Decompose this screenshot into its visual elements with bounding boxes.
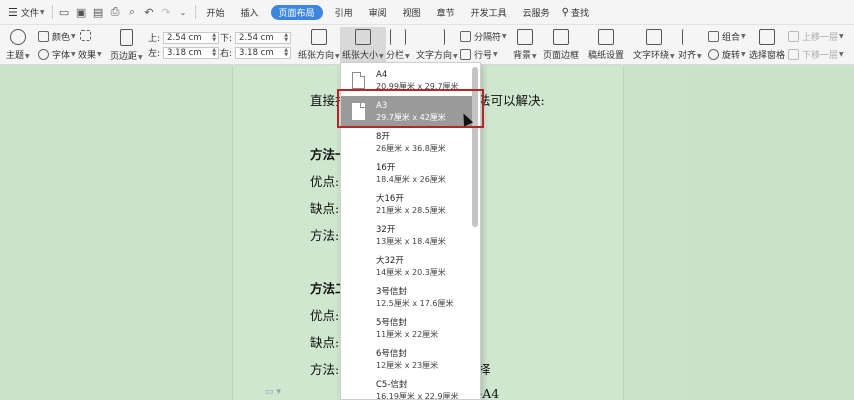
tab-references[interactable]: 引用 (327, 0, 361, 25)
margin-icon (119, 29, 133, 46)
bottom-margin-input[interactable]: 2.54 cm ▲ ▼ (235, 31, 292, 44)
page-break-icon (460, 31, 471, 42)
paper-option-envelope-5[interactable]: 5号信封 11厘米 x 22厘米 (341, 313, 473, 344)
effect-icon-button[interactable] (80, 30, 94, 41)
color-button[interactable]: 颜色 ▼ (38, 30, 76, 43)
top-margin-group: 上: 2.54 cm ▲ ▼ (148, 31, 220, 44)
page-icon (352, 72, 365, 89)
text-wrap-button[interactable]: 文字环绕▼ (633, 29, 675, 61)
paper-option-envelope-6[interactable]: 6号信封 12厘米 x 23厘米 (341, 344, 473, 375)
text-direction-button[interactable]: 文字方向▼ (416, 29, 458, 61)
selection-pane-button[interactable]: 选择窗格 (749, 29, 785, 61)
chevron-down-icon: ▼ (39, 8, 45, 16)
tab-cloud[interactable]: 云服务 (515, 0, 558, 25)
paper-option-8k[interactable]: 8开 26厘米 x 36.8厘米 (341, 127, 473, 158)
ribbon-toolbar: 主题▼ 颜色 ▼ 字体 ▼ 效果 ▼ 页边距▼ 上: 2.54 cm ▲ ▼ 左: 3.1… (0, 25, 854, 65)
draft-setting-button[interactable]: 稿纸设置 (588, 29, 624, 61)
divider (194, 5, 196, 19)
color-palette-icon (38, 31, 49, 42)
print-icon[interactable]: ⎙ (107, 0, 124, 25)
doc-line: -A4 (478, 386, 500, 400)
theme-icon (9, 29, 26, 45)
right-margin-group: 右: 3.18 cm ▲ ▼ (220, 46, 292, 59)
open-folder-icon[interactable]: ▭ (56, 0, 73, 25)
text-direction-icon (429, 29, 445, 45)
menu-bar: ☰ 文件 ▼ ▭ ▣ ▤ ⎙ ⌕ ↶ ↷ ⌄ 开始 插入 页面布局 引用 审阅 … (0, 0, 854, 25)
grid-paper-icon (598, 29, 614, 45)
top-margin-input[interactable]: 2.54 cm ▲ ▼ (163, 31, 220, 44)
left-margin-input[interactable]: 3.18 cm ▲ ▼ (163, 46, 220, 59)
doc-line: 缺点: (310, 335, 340, 350)
tab-home[interactable]: 开始 (199, 0, 233, 25)
paper-option-large-32k[interactable]: 大32开 14厘米 x 20.3厘米 (341, 251, 473, 282)
paper-option-envelope-3[interactable]: 3号信封 12.5厘米 x 17.6厘米 (341, 282, 473, 313)
tab-page-layout[interactable]: 页面布局 (270, 4, 323, 20)
font-button[interactable]: 字体 ▼ (38, 48, 76, 61)
divider (51, 5, 53, 19)
effect-button[interactable]: 效果 ▼ (78, 48, 102, 61)
tab-section[interactable]: 章节 (429, 0, 463, 25)
tab-review[interactable]: 审阅 (361, 0, 395, 25)
page-marker-icon: ▭ ▾ (265, 387, 281, 397)
group-button[interactable]: 组合 ▼ (708, 30, 746, 43)
hamburger-icon: ☰ (8, 5, 18, 19)
rotate-button[interactable]: 旋转 ▼ (708, 48, 746, 61)
bottom-margin-group: 下: 2.54 cm ▲ ▼ (220, 31, 292, 44)
font-icon (38, 49, 49, 60)
bring-forward-icon (788, 31, 799, 42)
group-icon (708, 31, 719, 42)
orientation-icon (310, 29, 327, 45)
paper-size-button[interactable]: 纸张大小▼ (340, 27, 386, 63)
left-margin-group: 左: 3.18 cm ▲ ▼ (148, 46, 220, 59)
text-wrap-icon (645, 29, 662, 45)
line-number-icon (460, 49, 471, 60)
align-icon (681, 29, 698, 45)
redo-icon[interactable]: ↷ (158, 0, 175, 25)
paper-size-icon (354, 29, 371, 45)
line-number-button[interactable]: 行号 ▼ (460, 48, 498, 61)
tab-insert[interactable]: 插入 (233, 0, 267, 25)
customize-dropdown-icon[interactable]: ⌄ (175, 0, 192, 25)
paper-option-large-16k[interactable]: 大16开 21厘米 x 28.5厘米 (341, 189, 473, 220)
page-border-button[interactable]: 页面边框 (543, 29, 579, 61)
separator-button[interactable]: 分隔符 ▼ (460, 30, 507, 43)
export-pdf-icon[interactable]: ▤ (90, 0, 107, 25)
doc-line: 法可以解决: (478, 93, 545, 108)
paper-option-32k[interactable]: 32开 13厘米 x 18.4厘米 (341, 220, 473, 251)
undo-icon[interactable]: ↶ (141, 0, 158, 25)
effect-grid-icon (80, 30, 91, 41)
doc-line: 缺点: (310, 201, 340, 216)
send-backward-button[interactable]: 下移一层 ▼ (788, 48, 844, 61)
search-icon: ⚲ (561, 6, 569, 18)
columns-button[interactable]: 分栏▼ (386, 29, 410, 61)
doc-line: 优点: (310, 174, 340, 189)
right-margin-input[interactable]: 3.18 cm ▲ ▼ (235, 46, 292, 59)
doc-line: 方法: (310, 228, 340, 243)
margin-button[interactable]: 页边距▼ (110, 29, 143, 62)
paper-option-c5-envelope[interactable]: C5-信封 16.19厘米 x 22.9厘米 (341, 375, 473, 400)
search-button[interactable]: ⚲ 查找 (558, 0, 593, 25)
selection-pane-icon (759, 29, 775, 45)
theme-button[interactable]: 主题▼ (6, 29, 30, 61)
save-icon[interactable]: ▣ (73, 0, 90, 25)
page-border-icon (553, 29, 569, 45)
doc-line: 方法: (310, 362, 340, 377)
align-button[interactable]: 对齐▼ (678, 29, 702, 61)
tab-view[interactable]: 视图 (395, 0, 429, 25)
bring-forward-button[interactable]: 上移一层 ▼ (788, 30, 844, 43)
tab-developer[interactable]: 开发工具 (463, 0, 515, 25)
print-preview-icon[interactable]: ⌕ (124, 0, 141, 25)
file-menu[interactable]: ☰ 文件 ▼ (0, 0, 49, 25)
rotate-icon (708, 49, 719, 60)
send-backward-icon (788, 49, 799, 60)
doc-line: 优点: (310, 308, 340, 323)
columns-icon (389, 29, 406, 45)
background-button[interactable]: 背景▼ (513, 29, 537, 61)
orientation-button[interactable]: 纸张方向▼ (298, 29, 340, 61)
paper-option-16k[interactable]: 16开 18.4厘米 x 26厘米 (341, 158, 473, 189)
background-icon (516, 29, 533, 45)
